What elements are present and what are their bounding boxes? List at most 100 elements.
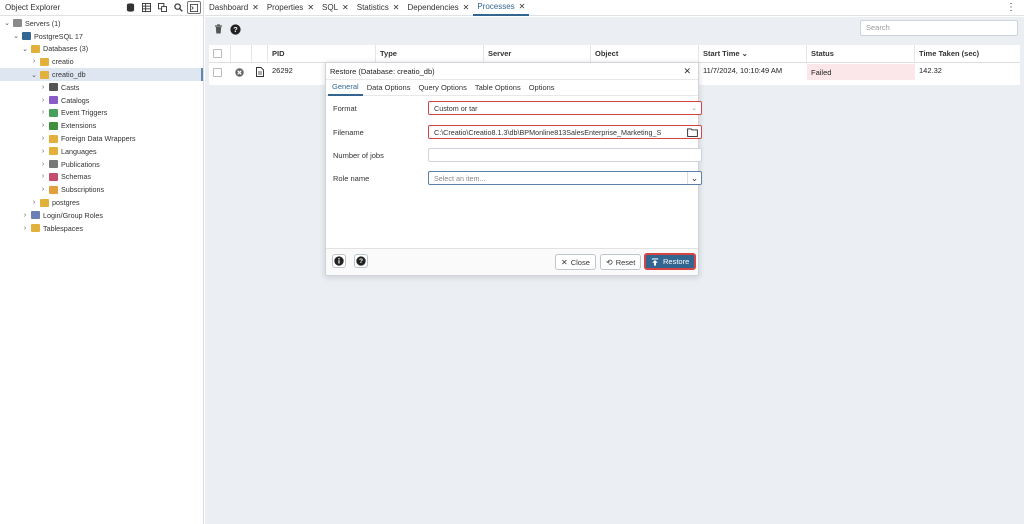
filename-field[interactable]: C:\Creatio\Creatio8.1.3\db\BPMonline813S… xyxy=(428,125,702,139)
dialog-tab-data-options[interactable]: Data Options xyxy=(363,80,415,96)
languages-icon xyxy=(49,147,58,156)
col-object[interactable]: Object xyxy=(591,45,699,62)
tree-item[interactable]: ⌄ creatio_db xyxy=(0,68,203,81)
tree-item[interactable]: › Login/Group Roles xyxy=(0,209,103,222)
tree-item-label: Event Triggers xyxy=(61,108,108,118)
cancel-process-icon[interactable] xyxy=(235,67,244,77)
col-server[interactable]: Server xyxy=(484,45,591,62)
tree-item[interactable]: › creatio xyxy=(0,55,74,68)
psql-tool-icon[interactable] xyxy=(187,1,201,14)
tree-item[interactable]: › Subscriptions xyxy=(0,183,104,196)
more-options-icon[interactable]: ⋮ xyxy=(1006,2,1016,13)
database-icon xyxy=(40,70,49,79)
tree-item-label: Languages xyxy=(61,146,97,156)
tab-close-icon[interactable]: ✕ xyxy=(393,3,400,12)
tree-item[interactable]: › Extensions xyxy=(0,119,96,132)
tab-properties[interactable]: Properties ✕ xyxy=(263,0,318,16)
tree-item[interactable]: › Publications xyxy=(0,158,100,171)
tree-chevron-icon[interactable]: › xyxy=(39,135,47,142)
row-cancel-cell xyxy=(231,64,252,80)
tree-chevron-icon[interactable]: › xyxy=(39,161,47,168)
filtered-rows-icon[interactable] xyxy=(155,1,169,14)
tab-dashboard[interactable]: Dashboard ✕ xyxy=(205,0,263,16)
query-tool-db-icon[interactable] xyxy=(123,1,137,14)
tab-close-icon[interactable]: ✕ xyxy=(307,3,314,12)
dialog-tab-general[interactable]: General xyxy=(328,80,363,96)
tree-chevron-icon[interactable]: › xyxy=(39,122,47,129)
role-row: Role name Select an item... ⌄ xyxy=(333,171,702,185)
col-start-time[interactable]: Start Time ⌄ xyxy=(699,45,807,62)
tab-close-icon[interactable]: ✕ xyxy=(252,3,259,12)
tree-item[interactable]: › Tablespaces xyxy=(0,222,83,235)
tree-chevron-icon[interactable]: › xyxy=(39,109,47,116)
select-all-checkbox[interactable] xyxy=(213,49,222,58)
tab-statistics[interactable]: Statistics ✕ xyxy=(353,0,404,16)
view-log-file-icon[interactable] xyxy=(256,67,264,77)
reset-button[interactable]: ⟲ Reset xyxy=(600,254,642,270)
tree-item[interactable]: › Catalogs xyxy=(0,94,90,107)
tree-chevron-icon[interactable]: ⌄ xyxy=(21,45,29,53)
tree-chevron-icon[interactable]: ⌄ xyxy=(30,71,38,79)
tree-chevron-icon[interactable]: › xyxy=(39,148,47,155)
tree-chevron-icon[interactable]: › xyxy=(39,173,47,180)
tab-close-icon[interactable]: ✕ xyxy=(342,3,349,12)
format-select[interactable]: Custom or tar ⌄ xyxy=(428,101,702,115)
number-of-jobs-input[interactable] xyxy=(428,148,702,162)
view-data-table-icon[interactable] xyxy=(139,1,153,14)
tree-item[interactable]: › Event Triggers xyxy=(0,107,108,120)
event-triggers-icon xyxy=(49,108,58,117)
tree-item[interactable]: ⌄ Servers (1) xyxy=(0,17,60,30)
help-icon[interactable]: ? xyxy=(354,254,368,268)
dialog-tab-table-options[interactable]: Table Options xyxy=(471,80,525,96)
tab-sql[interactable]: SQL ✕ xyxy=(318,0,353,16)
tab-label: Statistics xyxy=(356,3,389,12)
col-type[interactable]: Type xyxy=(376,45,484,62)
col-time-taken[interactable]: Time Taken (sec) xyxy=(915,45,1023,62)
database-icon xyxy=(40,57,49,66)
tree-item[interactable]: › Schemas xyxy=(0,171,91,184)
tree-item[interactable]: › Languages xyxy=(0,145,97,158)
tree-chevron-icon[interactable]: › xyxy=(21,225,29,232)
tree-item-label: creatio xyxy=(52,57,74,67)
search-input[interactable]: Search xyxy=(860,20,1018,36)
tree-item-label: Login/Group Roles xyxy=(43,210,103,220)
databases-icon xyxy=(31,44,40,53)
schemas-icon xyxy=(49,172,58,181)
cell-status: Failed xyxy=(807,64,915,80)
tree-item-label: Catalogs xyxy=(61,95,90,105)
role-name-select[interactable]: Select an item... ⌄ xyxy=(428,171,702,185)
col-pid[interactable]: PID xyxy=(268,45,376,62)
tree-chevron-icon[interactable]: ⌄ xyxy=(3,19,11,27)
tree-chevron-icon[interactable]: ⌄ xyxy=(12,32,20,40)
tree-item[interactable]: ⌄ Databases (3) xyxy=(0,43,88,56)
tree-item[interactable]: › postgres xyxy=(0,196,80,209)
close-button[interactable]: ✕ Close xyxy=(555,254,596,270)
help-icon[interactable]: ? xyxy=(228,22,243,37)
tree-chevron-icon[interactable]: › xyxy=(39,186,47,193)
dialog-tab-options[interactable]: Options xyxy=(525,80,559,96)
restore-button[interactable]: Restore xyxy=(644,253,697,270)
tree-item[interactable]: ⌄ PostgreSQL 17 xyxy=(0,30,83,43)
folder-icon[interactable] xyxy=(683,126,701,138)
upload-icon xyxy=(651,257,659,266)
tab-close-icon[interactable]: ✕ xyxy=(463,3,470,12)
search-objects-icon[interactable] xyxy=(171,1,185,14)
tab-processes[interactable]: Processes ✕ xyxy=(473,0,530,16)
tree-item[interactable]: › Casts xyxy=(0,81,80,94)
tab-label: Processes xyxy=(477,2,515,11)
col-status[interactable]: Status xyxy=(807,45,915,62)
tree-item[interactable]: › Foreign Data Wrappers xyxy=(0,132,136,145)
tree-chevron-icon[interactable]: › xyxy=(30,199,38,206)
dialog-tab-query-options[interactable]: Query Options xyxy=(414,80,470,96)
delete-trash-icon[interactable] xyxy=(211,22,226,37)
tree-chevron-icon[interactable]: › xyxy=(39,97,47,104)
dialog-close-icon[interactable]: ✕ xyxy=(683,66,691,77)
tree-chevron-icon[interactable]: › xyxy=(30,58,38,65)
tree-chevron-icon[interactable]: › xyxy=(21,212,29,219)
row-checkbox[interactable] xyxy=(213,67,222,77)
info-icon[interactable] xyxy=(332,254,346,268)
tree-chevron-icon[interactable]: › xyxy=(39,84,47,91)
col-start-time-label: Start Time xyxy=(703,49,740,58)
tab-dependencies[interactable]: Dependencies ✕ xyxy=(403,0,473,16)
tab-close-icon[interactable]: ✕ xyxy=(519,2,526,11)
